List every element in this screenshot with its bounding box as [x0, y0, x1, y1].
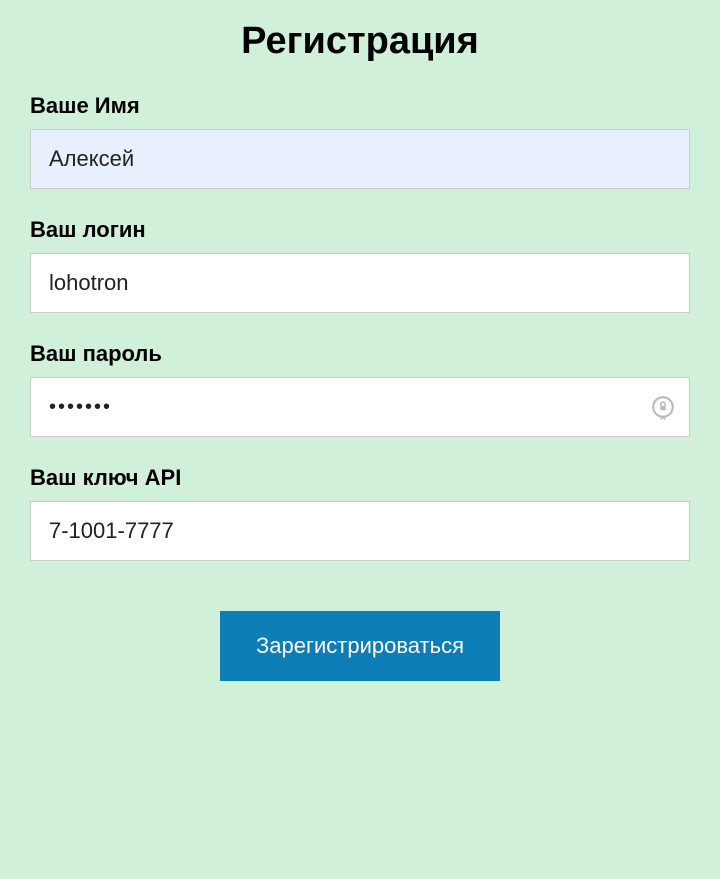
name-group: Ваше Имя [30, 93, 690, 189]
name-label: Ваше Имя [30, 93, 690, 119]
login-group: Ваш логин [30, 217, 690, 313]
login-label: Ваш логин [30, 217, 690, 243]
password-input[interactable] [30, 377, 690, 437]
password-group: Ваш пароль [30, 341, 690, 437]
password-wrapper [30, 377, 690, 437]
name-input[interactable] [30, 129, 690, 189]
page-title: Регистрация [30, 20, 690, 63]
register-button[interactable]: Зарегистрироваться [220, 611, 500, 681]
password-label: Ваш пароль [30, 341, 690, 367]
apikey-group: Ваш ключ API [30, 465, 690, 561]
login-input[interactable] [30, 253, 690, 313]
apikey-label: Ваш ключ API [30, 465, 690, 491]
submit-wrapper: Зарегистрироваться [30, 611, 690, 681]
apikey-input[interactable] [30, 501, 690, 561]
